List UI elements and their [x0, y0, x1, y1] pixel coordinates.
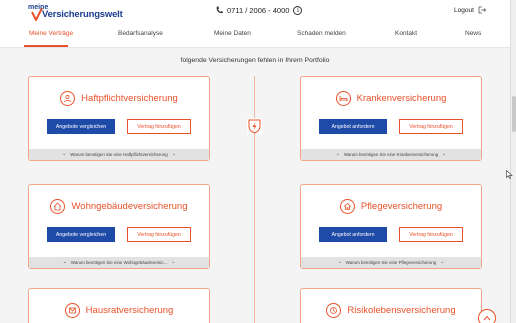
why-needed-label: Warum benötigen Sie eine Krankenversiche… — [343, 152, 439, 157]
logout-button[interactable]: Logout — [454, 4, 486, 16]
chevron-down-icon: ⌄ — [171, 259, 176, 265]
logo-main-text: Versicherungswelt — [42, 9, 123, 20]
insurance-card-wohngebaeude: Wohngebäudeversicherung Angebote verglei… — [28, 184, 210, 269]
nav-item-bedarfsanalyse[interactable]: Bedarfsanalyse — [118, 30, 163, 37]
why-needed-toggle[interactable]: ⌄ Warum benötigen Sie eine Haftpflichtve… — [29, 149, 209, 160]
portfolio-section: folgende Versicherungen fehlen in Ihrem … — [0, 48, 510, 323]
why-needed-label: Warum benötigen Sie eine Wohngebäudevers… — [70, 260, 168, 265]
nav-item-meine-daten[interactable]: Meine Daten — [214, 30, 251, 37]
compare-offers-button[interactable]: Angebote vergleichen — [47, 227, 115, 242]
chevron-down-icon: ⌄ — [171, 151, 176, 157]
why-needed-label: Warum benötigen Sie eine Haftpflichtvers… — [70, 152, 168, 157]
phone-icon — [216, 6, 223, 14]
chevron-down-icon: ⌄ — [62, 259, 67, 265]
chevron-down-icon: ⌄ — [62, 151, 67, 157]
section-subtitle: folgende Versicherungen fehlen in Ihrem … — [180, 57, 330, 64]
phone-contact[interactable]: 0711 / 2006 - 4000 i — [216, 4, 303, 16]
care-icon — [339, 199, 355, 214]
chevron-down-icon: ⌄ — [442, 151, 447, 157]
card-title: Pflegeversicherung — [360, 201, 443, 212]
add-contract-button[interactable]: Vertrag hinzufügen — [399, 119, 463, 134]
add-contract-button[interactable]: Vertrag hinzufügen — [127, 119, 191, 134]
nav-item-schaden-melden[interactable]: Schaden melden — [297, 30, 346, 37]
card-title: Risikolebensversicherung — [347, 305, 456, 316]
nav-item-kontakt[interactable]: Kontakt — [395, 30, 417, 37]
insurance-card-kranken: Krankenversicherung Angebot anfordern Ve… — [300, 76, 482, 161]
insurance-card-pflege: Pflegeversicherung Angebot anfordern Ver… — [300, 184, 482, 269]
main-navigation: Meine Verträge Bedarfsanalyse Meine Date… — [0, 28, 510, 48]
logout-label: Logout — [454, 6, 474, 14]
why-needed-toggle[interactable]: ⌄ Warum benötigen Sie eine Wohngebäudeve… — [29, 257, 209, 268]
card-title: Haftpflichtversicherung — [81, 93, 178, 104]
nav-item-news[interactable]: News — [465, 30, 481, 37]
request-offer-button[interactable]: Angebot anfordern — [319, 119, 387, 134]
brand-logo[interactable]: meine Versicherungswelt — [28, 4, 138, 21]
nav-active-indicator — [24, 45, 68, 47]
chevron-down-icon: ⌄ — [335, 151, 340, 157]
phone-number: 0711 / 2006 - 4000 — [227, 5, 290, 15]
why-needed-label: Warum benötigen Sie eine Pflegeversicher… — [345, 260, 437, 265]
header: meine Versicherungswelt 0711 / 2006 - 40… — [0, 0, 510, 48]
chevron-down-icon: ⌄ — [337, 259, 342, 265]
shield-icon — [247, 118, 262, 134]
request-offer-button[interactable]: Angebot anfordern — [319, 227, 387, 242]
scroll-to-top-button[interactable] — [478, 309, 496, 323]
mouse-cursor-icon — [506, 170, 513, 179]
card-title: Wohngebäudeversicherung — [71, 201, 188, 212]
scrollbar-thumb[interactable] — [512, 96, 516, 132]
page-scrollbar[interactable] — [510, 0, 516, 323]
info-icon[interactable]: i — [293, 5, 303, 15]
house-icon — [50, 199, 66, 214]
card-title: Krankenversicherung — [356, 93, 447, 104]
chevron-up-icon — [483, 315, 491, 321]
nav-item-meine-vertraege[interactable]: Meine Verträge — [29, 30, 73, 37]
compare-offers-button[interactable]: Angebote vergleichen — [47, 119, 115, 134]
liability-icon — [60, 91, 76, 106]
chevron-down-icon: ⌄ — [440, 259, 445, 265]
add-contract-button[interactable]: Vertrag hinzufügen — [127, 227, 191, 242]
household-icon — [64, 303, 80, 318]
bed-icon — [335, 91, 351, 106]
insurance-card-haftpflicht: Haftpflichtversicherung Angebote verglei… — [28, 76, 210, 161]
insurance-card-hausrat: Hausratversicherung — [28, 288, 210, 323]
life-icon — [326, 303, 342, 318]
timeline-line — [254, 76, 255, 323]
card-title: Hausratversicherung — [85, 305, 174, 316]
add-contract-button[interactable]: Vertrag hinzufügen — [399, 227, 463, 242]
why-needed-toggle[interactable]: ⌄ Warum benötigen Sie eine Pflegeversich… — [301, 257, 481, 268]
why-needed-toggle[interactable]: ⌄ Warum benötigen Sie eine Krankenversic… — [301, 149, 481, 160]
logout-icon — [478, 6, 486, 14]
insurance-card-risikoleben: Risikolebensversicherung — [300, 288, 482, 323]
